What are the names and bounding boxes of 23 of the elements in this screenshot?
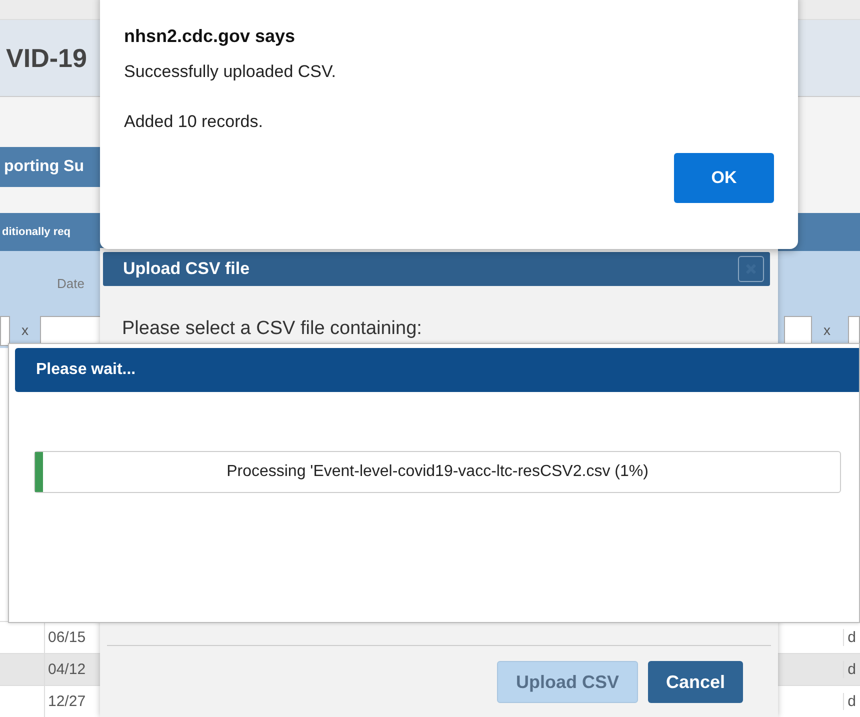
- clear-filter-button[interactable]: x: [812, 322, 842, 338]
- alert-message: Added 10 records.: [124, 112, 264, 132]
- table-cell: d: [842, 693, 856, 710]
- cancel-button[interactable]: Cancel: [648, 661, 743, 703]
- clear-filter-button[interactable]: x: [10, 322, 40, 338]
- dialog-title: Upload CSV file: [123, 259, 250, 279]
- filter-field[interactable]: [848, 316, 860, 346]
- table-cell: d: [842, 629, 856, 646]
- instruction-text: Please select a CSV file containing:: [122, 318, 423, 340]
- table-cell: 12/27: [48, 693, 86, 710]
- table-cell: 04/12: [48, 661, 86, 678]
- close-button[interactable]: [738, 256, 764, 282]
- table-cell: 06/15: [48, 629, 86, 646]
- filter-field[interactable]: [784, 316, 812, 346]
- alert-message: Successfully uploaded CSV.: [124, 62, 338, 82]
- ok-button[interactable]: OK: [674, 153, 774, 203]
- progress-label: Processing 'Event-level-covid19-vacc-ltc-resCSV2.csv (1%): [226, 463, 648, 481]
- dialog-title: Please wait...: [36, 361, 136, 379]
- filter-field[interactable]: [0, 316, 10, 346]
- table-cell: d: [842, 661, 856, 678]
- column-header: Date: [57, 276, 84, 291]
- alert-title: nhsn2.cdc.gov says: [124, 26, 296, 47]
- page-title: VID-19: [6, 42, 87, 74]
